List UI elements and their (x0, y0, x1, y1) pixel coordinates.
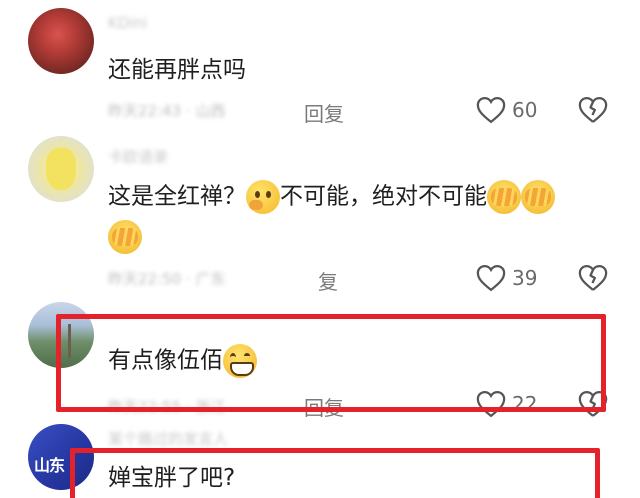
comment-meta: 昨天22:43 · 山西 (108, 102, 226, 120)
like-count: 60 (512, 98, 538, 122)
avatar[interactable] (28, 8, 94, 74)
heart-icon (476, 96, 506, 124)
dislike-button[interactable] (578, 264, 608, 296)
like-button[interactable]: 39 (476, 264, 537, 292)
like-count: 39 (512, 266, 538, 290)
username[interactable]: KDini (108, 14, 147, 32)
facepalm-emoji (108, 220, 142, 254)
comment-text-part: 这是全红禅？ (108, 183, 246, 210)
broken-heart-icon (578, 265, 608, 291)
avatar-text: 山东 (34, 456, 65, 475)
dislike-button[interactable] (578, 96, 608, 128)
avatar[interactable] (28, 136, 94, 202)
username[interactable]: 卡欧语录 (108, 146, 168, 167)
comment-text-part: 不可能，绝对不可能 (280, 183, 487, 210)
comment-text-line2 (108, 220, 142, 254)
thinking-emoji (246, 180, 280, 214)
avatar-figure (46, 148, 76, 190)
broken-heart-icon (578, 97, 608, 123)
comment-text: 还能再胖点吗 (108, 57, 246, 83)
comment-text: 这是全红禅？ 不可能，绝对不可能 (108, 180, 555, 214)
reply-button[interactable]: 复 (318, 266, 338, 295)
like-button[interactable]: 60 (476, 96, 537, 124)
highlight-box (56, 314, 606, 412)
comment-meta: 昨天22:50 · 广东 (108, 270, 226, 288)
reply-button[interactable]: 回复 (304, 98, 344, 127)
username[interactable]: 某个路过的发言人 (108, 428, 228, 449)
facepalm-emoji (521, 180, 555, 214)
heart-icon (476, 264, 506, 292)
highlight-box (70, 448, 600, 498)
facepalm-emoji (487, 180, 521, 214)
